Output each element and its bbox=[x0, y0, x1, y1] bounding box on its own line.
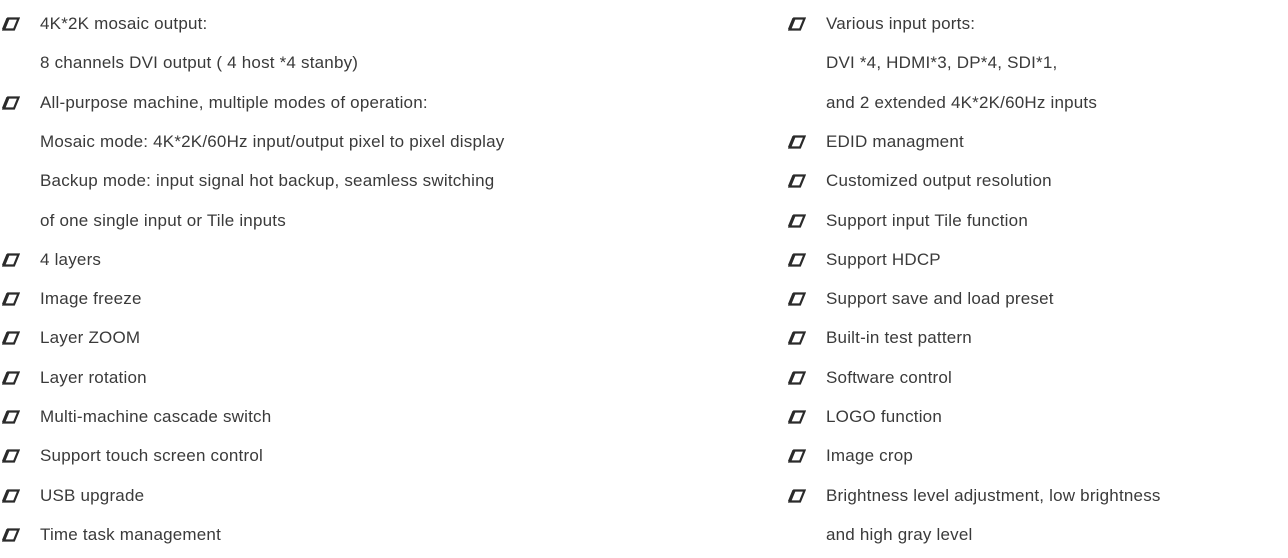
parallelogram-bullet-icon bbox=[788, 292, 806, 306]
parallelogram-bullet-icon bbox=[2, 371, 20, 385]
feature-text: Customized output resolution bbox=[826, 171, 1052, 191]
feature-text: LOGO function bbox=[826, 407, 942, 426]
parallelogram-bullet-icon bbox=[2, 17, 20, 31]
parallelogram-bullet-icon bbox=[788, 213, 806, 228]
feature-text: 4 layers bbox=[40, 249, 102, 269]
feature-text: 4K*2K mosaic output: bbox=[40, 14, 208, 33]
feature-text: Multi-machine cascade switch bbox=[40, 407, 272, 426]
feature-text: Image crop bbox=[826, 446, 914, 466]
feature-continuation-text: Backup mode: input signal hot backup, se… bbox=[40, 171, 495, 191]
feature-continuation-text: and high gray level bbox=[826, 524, 973, 544]
feature-continuation-text: and 2 extended 4K*2K/60Hz inputs bbox=[826, 92, 1098, 112]
parallelogram-bullet-icon bbox=[2, 292, 20, 306]
feature-text: Support save and load preset bbox=[826, 289, 1054, 309]
parallelogram-bullet-icon bbox=[2, 528, 20, 542]
parallelogram-bullet-icon bbox=[2, 488, 20, 503]
feature-text: USB upgrade bbox=[40, 485, 145, 505]
parallelogram-bullet-icon bbox=[2, 331, 20, 345]
feature-text: Layer rotation bbox=[40, 367, 147, 387]
feature-text: Support touch screen control bbox=[40, 446, 263, 466]
feature-text: All-purpose machine, multiple modes of o… bbox=[40, 92, 428, 112]
feature-continuation-text: Mosaic mode: 4K*2K/60Hz input/output pix… bbox=[40, 131, 505, 151]
feature-text: Support input Tile function bbox=[826, 210, 1028, 230]
parallelogram-bullet-icon bbox=[788, 253, 806, 267]
feature-continuation-text: 8 channels DVI output ( 4 host *4 stanby… bbox=[40, 53, 359, 73]
feature-continuation-text: DVI *4, HDMI*3, DP*4, SDI*1, bbox=[826, 53, 1058, 73]
feature-text: Time task management bbox=[40, 524, 221, 544]
parallelogram-bullet-icon bbox=[2, 253, 20, 267]
parallelogram-bullet-icon bbox=[788, 488, 806, 503]
feature-text: EDID managment bbox=[826, 131, 964, 151]
parallelogram-bullet-icon bbox=[788, 449, 806, 463]
parallelogram-bullet-icon bbox=[2, 95, 20, 110]
feature-text: Various input ports: bbox=[826, 14, 976, 33]
parallelogram-bullet-icon bbox=[2, 410, 20, 424]
parallelogram-bullet-icon bbox=[788, 17, 806, 31]
parallelogram-bullet-icon bbox=[788, 371, 806, 385]
feature-text: Brightness level adjustment, low brightn… bbox=[826, 485, 1161, 505]
parallelogram-bullet-icon bbox=[788, 331, 806, 345]
parallelogram-bullet-icon bbox=[788, 174, 806, 188]
feature-text: Built-in test pattern bbox=[826, 328, 972, 348]
parallelogram-bullet-icon bbox=[2, 449, 20, 463]
feature-text: Software control bbox=[826, 367, 953, 387]
feature-text: Image freeze bbox=[40, 289, 142, 309]
parallelogram-bullet-icon bbox=[788, 410, 806, 424]
feature-text: Support HDCP bbox=[826, 249, 941, 269]
feature-continuation-text: of one single input or Tile inputs bbox=[40, 210, 286, 230]
parallelogram-bullet-icon bbox=[788, 135, 806, 149]
feature-text: Layer ZOOM bbox=[40, 328, 141, 348]
